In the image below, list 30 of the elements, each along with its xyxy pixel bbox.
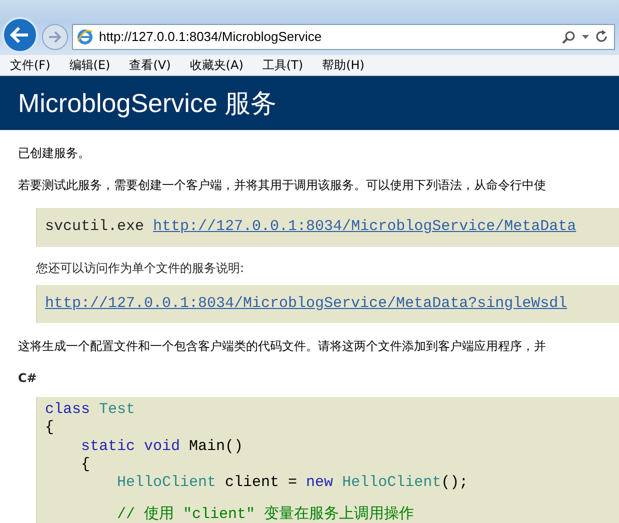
code-line: { <box>80 456 92 474</box>
menu-item[interactable]: 查看(V) <box>129 55 171 75</box>
dropdown-caret-icon[interactable] <box>582 34 589 38</box>
refresh-icon[interactable] <box>595 30 608 43</box>
page-title: MicroblogService 服务 <box>18 87 278 120</box>
code-line: // 使用 "client" 变量在服务上调用操作 <box>116 506 416 523</box>
back-arrow-icon <box>10 27 30 43</box>
paragraph: 若要测试此服务，需要创建一个客户端，并将其用于调用该服务。可以使用下列语法，从命令行中使 <box>18 177 547 194</box>
menu-item[interactable]: 文件(F) <box>10 55 50 75</box>
paragraph: 已创建服务。 <box>18 145 91 162</box>
address-field[interactable]: http://127.0.0.1:8034/MicroblogService <box>72 24 615 50</box>
metadata-link[interactable]: http://127.0.0.1:8034/MicroblogService/MetaData <box>153 218 576 235</box>
url-text: http://127.0.0.1:8034/MicroblogService <box>99 28 323 46</box>
back-button[interactable] <box>2 17 38 53</box>
code-line: { <box>45 419 56 438</box>
menu-item[interactable]: 帮助(H) <box>322 55 364 75</box>
code-line: class Test <box>45 401 136 420</box>
browser-logo-icon <box>77 28 93 44</box>
forward-arrow-icon <box>48 30 62 42</box>
section-heading: C# <box>18 370 38 387</box>
search-icon[interactable] <box>562 30 576 44</box>
command-text: svcutil.exe <box>45 218 146 235</box>
menu-item[interactable]: 工具(T) <box>262 55 304 75</box>
paragraph: 这将生成一个配置文件和一个包含客户端类的代码文件。请将这两个文件添加到客户端应用程序，并 <box>18 338 547 355</box>
paragraph: 您还可以访问作为单个文件的服务说明: <box>36 260 246 276</box>
wsdl-link[interactable]: http://127.0.0.1:8034/MicroblogService/MetaData?singleWsdl <box>45 294 568 312</box>
menu-item[interactable]: 收藏夹(A) <box>190 55 244 75</box>
code-line: HelloClient client = new HelloClient(); <box>116 474 470 492</box>
menu-item[interactable]: 编辑(E) <box>69 55 110 75</box>
code-line: static void Main() <box>80 438 244 456</box>
